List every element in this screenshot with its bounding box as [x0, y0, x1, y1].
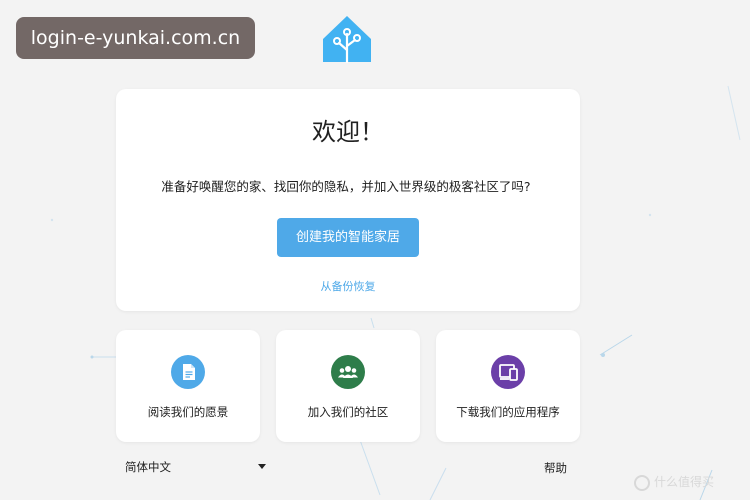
help-link[interactable]: 帮助 — [544, 460, 567, 476]
onboarding-page: login-e-yunkai.com.cn 欢迎！ 准备好唤醒您的家、找回你的隐… — [0, 0, 750, 500]
download-app-label: 下载我们的应用程序 — [456, 405, 560, 419]
watermark-text: 什么值得买 — [654, 475, 715, 489]
download-app-card[interactable]: 下载我们的应用程序 — [436, 330, 580, 442]
restore-from-backup-link[interactable]: 从备份恢复 — [0, 278, 696, 294]
home-assistant-logo-icon — [323, 16, 371, 64]
watermark-logo-icon — [634, 474, 650, 491]
welcome-title: 欢迎！ — [312, 118, 384, 146]
devices-icon — [491, 355, 525, 389]
join-community-label: 加入我们的社区 — [307, 405, 389, 419]
read-vision-card[interactable]: 阅读我们的愿景 — [116, 330, 260, 442]
document-icon — [171, 355, 205, 389]
join-community-card[interactable]: 加入我们的社区 — [276, 330, 420, 442]
welcome-description: 准备好唤醒您的家、找回你的隐私，并加入世界级的极客社区了吗? — [161, 179, 531, 194]
language-select-value: 简体中文 — [125, 460, 171, 474]
people-icon — [331, 355, 365, 389]
create-smart-home-button[interactable]: 创建我的智能家居 — [277, 218, 419, 257]
language-select[interactable]: 简体中文 — [125, 459, 270, 477]
read-vision-label: 阅读我们的愿景 — [147, 405, 229, 419]
url-badge: login-e-yunkai.com.cn — [16, 17, 255, 59]
chevron-down-icon — [258, 464, 266, 469]
watermark: 什么值得买 — [634, 471, 746, 493]
